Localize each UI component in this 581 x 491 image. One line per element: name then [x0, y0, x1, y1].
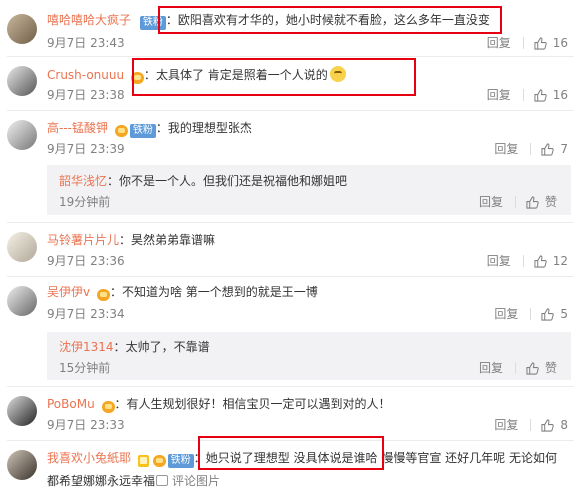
- like-label[interactable]: 赞: [545, 195, 557, 209]
- reply-button[interactable]: 回复: [494, 142, 518, 156]
- username[interactable]: 沈伊1314: [59, 340, 114, 354]
- comment-image-label[interactable]: 评论图片: [172, 472, 220, 489]
- reply-button[interactable]: 回复: [487, 36, 511, 50]
- comment-text: 昊然弟弟靠谱嘛: [131, 233, 216, 247]
- avatar[interactable]: [7, 286, 37, 316]
- vip-icon: [101, 400, 115, 413]
- reply-button[interactable]: 回复: [494, 307, 518, 321]
- thumbs-up-icon[interactable]: [534, 254, 547, 268]
- username[interactable]: PoBoMu: [47, 397, 95, 411]
- divider: [530, 308, 532, 320]
- comment-icon: [156, 475, 168, 486]
- thumbs-up-icon[interactable]: [534, 36, 547, 50]
- divider: [522, 89, 524, 101]
- timestamp: 9月7日 23:43: [47, 36, 125, 50]
- like-count: 5: [560, 307, 568, 321]
- username[interactable]: 高---锰酸钾: [47, 121, 108, 135]
- thumbs-up-icon[interactable]: [534, 88, 547, 102]
- username[interactable]: 马铃薯片片儿: [47, 233, 119, 247]
- colon: ：: [107, 174, 120, 188]
- avatar[interactable]: [7, 14, 37, 44]
- username[interactable]: 我喜欢小兔紙耶: [47, 451, 131, 465]
- thumbs-up-icon[interactable]: [541, 142, 555, 156]
- divider: [514, 196, 516, 208]
- like-count: 8: [560, 418, 568, 432]
- like-count: 16: [552, 36, 568, 50]
- like-count: 7: [560, 142, 568, 156]
- reply-button[interactable]: 回复: [487, 88, 511, 102]
- divider: [7, 222, 574, 223]
- username[interactable]: Crush-onuuu: [47, 68, 124, 82]
- like-label[interactable]: 赞: [545, 361, 557, 375]
- timestamp: 15分钟前: [59, 361, 111, 375]
- fan-badge: 铁粉: [129, 123, 156, 138]
- vip-icon: [114, 124, 128, 137]
- timestamp: 9月7日 23:39: [47, 142, 125, 156]
- thumbs-up-icon[interactable]: [541, 307, 555, 321]
- highlight-box: [198, 436, 384, 470]
- timestamp: 9月7日 23:34: [47, 307, 125, 321]
- comment-image-link[interactable]: 评论图片: [156, 472, 220, 489]
- reply-button[interactable]: 回复: [479, 195, 503, 209]
- thumbs-up-icon[interactable]: [526, 361, 539, 375]
- colon: ：: [119, 233, 132, 247]
- avatar[interactable]: [7, 450, 37, 480]
- colon: ：: [155, 121, 168, 135]
- avatar[interactable]: [7, 66, 37, 96]
- vip-icon: [96, 288, 110, 301]
- username[interactable]: 吴伊伊v: [47, 285, 90, 299]
- thumbs-up-icon[interactable]: [526, 195, 539, 209]
- avatar[interactable]: [7, 396, 37, 426]
- verified-v-icon: [137, 454, 149, 467]
- reply-button[interactable]: 回复: [494, 418, 518, 432]
- fan-badge: 铁粉: [167, 453, 194, 468]
- divider: [522, 37, 524, 49]
- username[interactable]: 韶华浅忆: [59, 174, 107, 188]
- divider: [7, 110, 574, 111]
- comment-text: 我的理想型张杰: [167, 121, 252, 135]
- timestamp: 9月7日 23:38: [47, 88, 125, 102]
- reply-text: 太帅了，不靠谱: [125, 340, 210, 354]
- divider: [514, 362, 516, 374]
- divider: [7, 56, 574, 57]
- divider: [530, 419, 532, 431]
- reply-text: 你不是一个人。但我们还是祝福他和娜姐吧: [119, 174, 348, 188]
- vip-icon: [152, 454, 166, 467]
- reply-item: 韶华浅忆：你不是一个人。但我们还是祝福他和娜姐吧 19分钟前 回复 赞: [47, 165, 571, 215]
- divider: [530, 143, 532, 155]
- avatar[interactable]: [7, 232, 37, 262]
- timestamp: 19分钟前: [59, 195, 111, 209]
- like-count: 16: [552, 88, 568, 102]
- colon: ：: [113, 340, 126, 354]
- thumbs-up-icon[interactable]: [541, 418, 555, 432]
- colon: ：: [114, 397, 127, 411]
- reply-button[interactable]: 回复: [479, 361, 503, 375]
- highlight-box: [132, 58, 416, 96]
- reply-item: 沈伊1314：太帅了，不靠谱 15分钟前 回复 赞: [47, 332, 571, 380]
- highlight-box: [158, 6, 502, 34]
- divider: [7, 386, 574, 387]
- like-count: 12: [552, 254, 568, 268]
- comment-text: 有人生规划很好！相信宝贝一定可以遇到对的人！: [126, 397, 391, 411]
- comment-text-continued: 都希望娜娜永远幸福: [47, 474, 156, 488]
- comment-text: 不知道为啥 第一个想到的就是王一博: [121, 285, 318, 299]
- avatar[interactable]: [7, 120, 37, 150]
- reply-button[interactable]: 回复: [487, 254, 511, 268]
- timestamp: 9月7日 23:36: [47, 254, 125, 268]
- divider: [522, 255, 524, 267]
- username[interactable]: 嘻哈嘻哈大疯子: [47, 13, 131, 27]
- divider: [7, 276, 574, 277]
- colon: ：: [109, 285, 122, 299]
- timestamp: 9月7日 23:33: [47, 418, 125, 432]
